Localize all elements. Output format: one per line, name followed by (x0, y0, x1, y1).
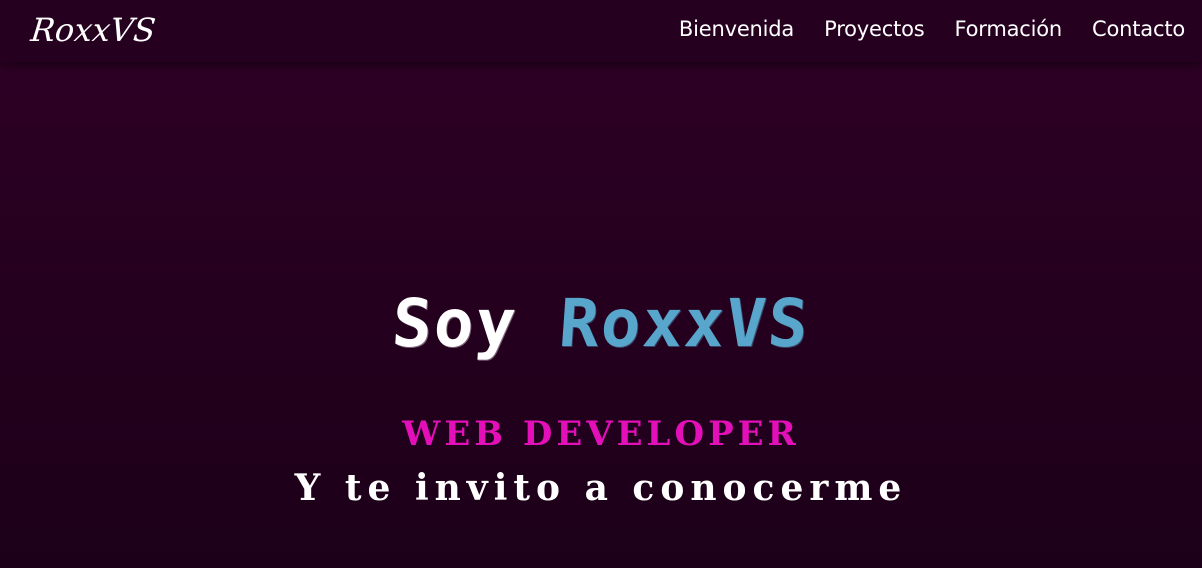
nav-links: Bienvenida Proyectos Formación Contacto (679, 0, 1185, 58)
nav-link-contacto[interactable]: Contacto (1092, 17, 1185, 41)
brand-logo[interactable]: RoxxVS (29, 11, 157, 49)
hero-tagline: Y te invito a conocerme (294, 467, 908, 509)
hero-title: Soy RoxxVS (0, 284, 1202, 364)
nav-link-bienvenida[interactable]: Bienvenida (679, 17, 794, 41)
nav-link-proyectos[interactable]: Proyectos (824, 17, 925, 41)
hero-role: WEB DEVELOPER (402, 414, 800, 454)
hero-section: Soy RoxxVS WEB DEVELOPER Y te invito a c… (0, 62, 1202, 568)
top-navbar: RoxxVS Bienvenida Proyectos Formación Co… (0, 0, 1202, 62)
nav-link-formacion[interactable]: Formación (955, 17, 1063, 41)
hero-title-prefix: Soy (389, 285, 521, 362)
hero-title-name: RoxxVS (556, 285, 813, 362)
